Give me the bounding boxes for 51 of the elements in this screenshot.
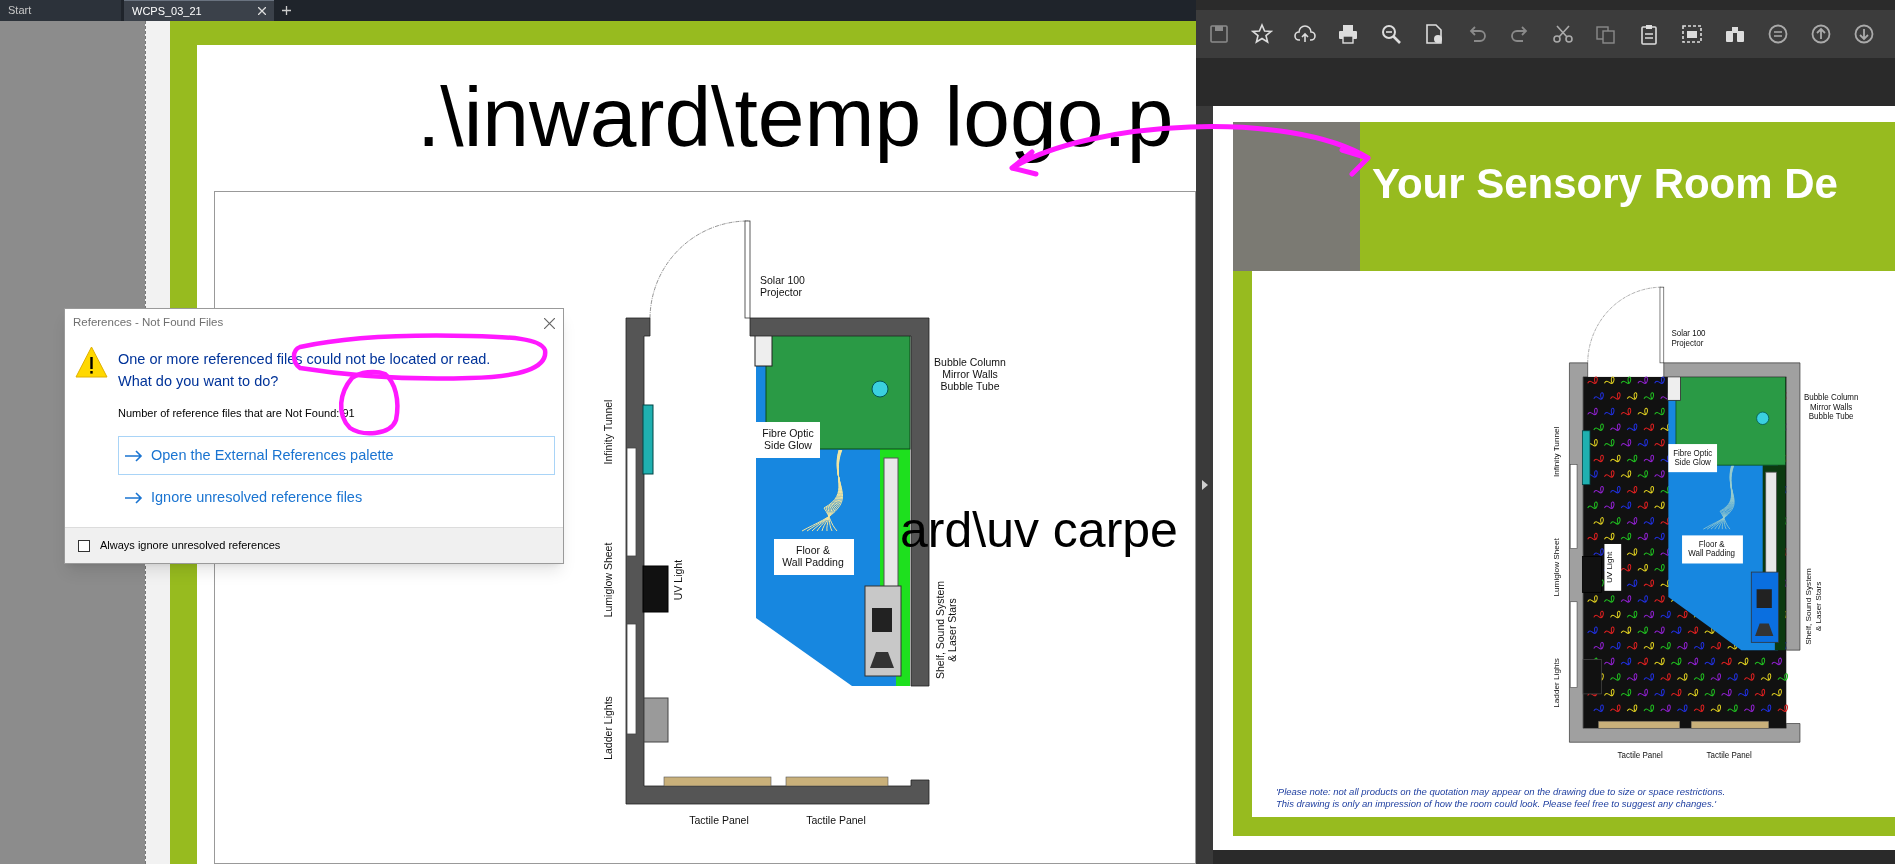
plan-label: Tactile Panel [806, 814, 866, 826]
copy-icon[interactable] [1595, 23, 1617, 45]
scissors-icon[interactable] [1552, 23, 1574, 45]
clipboard-icon[interactable] [1638, 23, 1660, 45]
ladder-lights-box [1582, 659, 1602, 695]
note-text: This drawing is only an impression of how the room could look. Please feel free to suggest any changes.' [1276, 798, 1718, 810]
plan-label: Shelf, Sound System & Laser Stars [934, 580, 958, 680]
laser-projector-icon [1755, 623, 1774, 637]
save-icon[interactable] [1208, 23, 1230, 45]
tab[interactable]: WCPS_03_21 [124, 0, 274, 21]
plan-label: Ladder Lights [602, 696, 614, 760]
infinity-tunnel-panel [1582, 430, 1591, 486]
speaker-icon [872, 608, 892, 632]
plan-label: Tactile Panel [689, 814, 749, 826]
warning-icon [75, 346, 108, 378]
command-link[interactable]: Ignore unresolved reference files [118, 484, 555, 512]
star-icon[interactable] [1251, 23, 1273, 45]
arrow-icon [125, 449, 143, 462]
plan-label: Floor & Wall Padding [774, 539, 854, 575]
expand-arrow-icon[interactable] [1201, 480, 1208, 490]
bubble-tube-icon [1756, 411, 1770, 425]
ladder-lights-box [643, 697, 669, 743]
arrow-icon [125, 492, 143, 504]
print-icon[interactable] [1337, 23, 1359, 45]
plan-label: Bubble Column Mirror Walls Bubble Tube [934, 356, 1006, 392]
checkbox[interactable] [78, 539, 90, 552]
tab[interactable]: Start [0, 0, 121, 21]
plan-label: Fibre Optic Side Glow [756, 422, 820, 458]
command-link[interactable]: Open the External References palette [118, 436, 555, 475]
plan-label: Infinity Tunnel [602, 399, 614, 465]
zoom-icon[interactable] [1380, 23, 1402, 45]
document-icon[interactable] [1423, 23, 1445, 45]
page-header-title: Your Sensory Room De [1371, 159, 1839, 209]
screenshot-icon[interactable] [1681, 23, 1703, 45]
close-icon[interactable] [544, 317, 555, 329]
uv-light-fixture [642, 565, 669, 613]
dialog-message: What do you want to do? [118, 372, 280, 391]
laser-projector-icon [870, 652, 894, 668]
checkbox-label[interactable]: Always ignore unresolved references [100, 537, 281, 554]
uv-light-fixture [1582, 556, 1602, 593]
plan-label: Solar 100 Projector [760, 274, 805, 298]
dialog-title: References - Not Found Files [73, 315, 224, 331]
plan-label: UV Light [672, 559, 684, 601]
fibre-optic-strands [1702, 465, 1735, 530]
note-text: 'Please note: not all products on the quotation may appear on the drawing due to size or space restrictions. [1276, 786, 1726, 798]
new-tab-icon[interactable] [282, 6, 291, 15]
circle-icon[interactable] [1767, 23, 1789, 45]
plan-label: Lumiglow Sheet [602, 542, 614, 618]
cloud-upload-icon[interactable] [1294, 23, 1316, 45]
infinity-tunnel-panel [642, 404, 654, 475]
bubble-tube-icon [871, 380, 889, 398]
